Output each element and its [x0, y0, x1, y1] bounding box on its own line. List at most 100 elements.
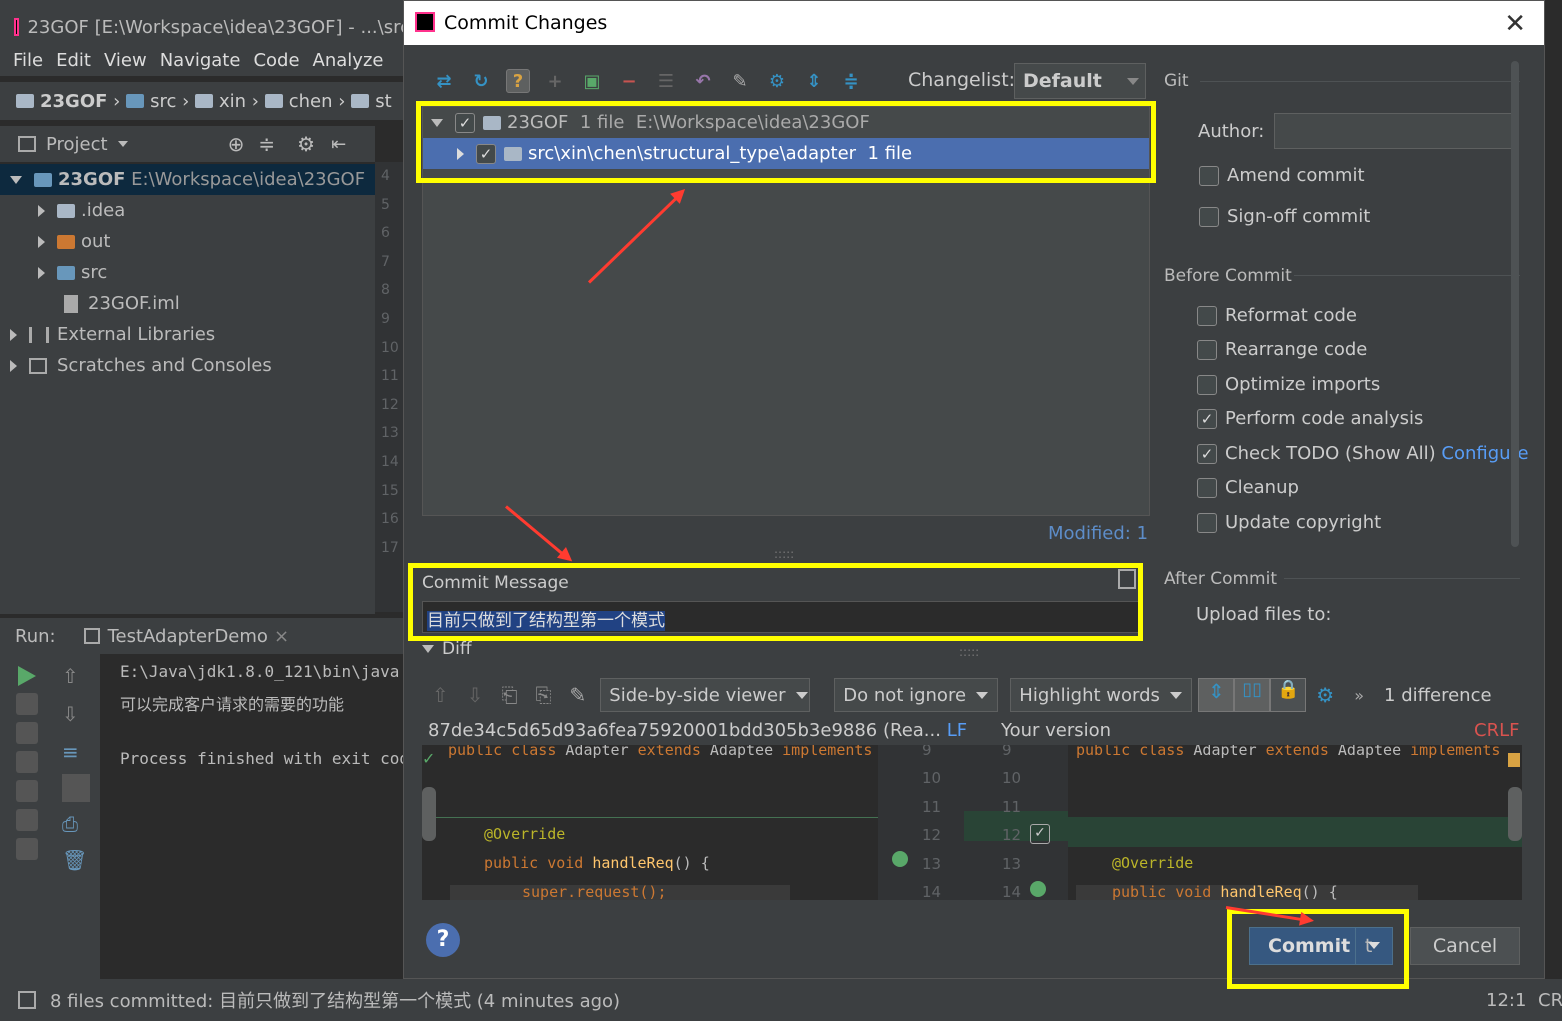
tree-root[interactable]: 23GOF E:\Workspace\idea\23GOF — [0, 164, 375, 195]
unversioned-files-icon[interactable]: ? — [506, 69, 530, 93]
option-checkbox[interactable] — [1197, 339, 1217, 360]
run-tab[interactable]: TestAdapterDemo — [108, 626, 268, 647]
reformat-code-option[interactable]: Reformat code — [1197, 305, 1357, 326]
diff-section-header[interactable]: Diff — [422, 639, 472, 659]
overrides-icon[interactable] — [1030, 881, 1046, 897]
tree-item-out[interactable]: out — [0, 226, 375, 257]
up-arrow-icon[interactable]: ⇧ — [62, 664, 88, 688]
breadcrumb-item[interactable]: st — [375, 91, 391, 112]
refresh-icon[interactable]: ↻ — [469, 69, 493, 93]
rearrange-code-option[interactable]: Rearrange code — [1197, 339, 1367, 360]
author-input[interactable] — [1274, 113, 1518, 149]
diff-right-pane[interactable]: public class Adapter extends Adaptee imp… — [1068, 745, 1522, 900]
stop-icon[interactable] — [16, 693, 38, 715]
gear-icon[interactable]: ⚙ — [297, 132, 315, 156]
tree-item-external-libraries[interactable]: External Libraries — [0, 319, 375, 350]
amend-checkbox[interactable] — [1199, 165, 1219, 186]
menu-edit[interactable]: Edit — [56, 50, 91, 71]
expand-icon[interactable] — [38, 235, 45, 248]
left-line-separator[interactable]: LF — [947, 720, 967, 741]
chevron-down-icon[interactable] — [117, 141, 128, 147]
options-scrollbar[interactable] — [1511, 61, 1519, 547]
add-icon[interactable]: + — [543, 69, 567, 93]
previous-difference-icon[interactable]: ⇧ — [432, 683, 449, 707]
down-arrow-icon[interactable]: ⇩ — [62, 702, 88, 726]
collapse-unchanged-icon[interactable]: ⇕ — [1198, 678, 1235, 712]
option-checkbox[interactable] — [1197, 305, 1217, 326]
sync-scroll-icon[interactable]: ▯▯ — [1234, 678, 1271, 712]
trash-icon[interactable]: 🗑 — [62, 848, 88, 872]
layout-icon[interactable] — [16, 809, 38, 831]
project-view-selector[interactable]: Project — [46, 134, 108, 155]
run-icon[interactable] — [18, 666, 36, 686]
expand-icon[interactable] — [38, 204, 45, 217]
tree-item-iml[interactable]: 23GOF.iml — [0, 288, 375, 319]
option-checkbox[interactable]: ✓ — [1197, 408, 1217, 429]
print-icon[interactable]: ⎙ — [62, 812, 88, 836]
collapse-all-icon[interactable]: ≑ — [839, 69, 863, 93]
changelist-select[interactable]: Default — [1014, 63, 1146, 99]
next-file-icon[interactable]: ⎘ — [536, 683, 552, 707]
tree-item-src[interactable]: src — [0, 257, 375, 288]
diff-left-pane[interactable]: ✓ public class Adapter extends Adaptee i… — [422, 745, 878, 900]
breadcrumb-item[interactable]: 23GOF — [40, 91, 107, 112]
edit-source-icon[interactable]: ✎ — [728, 69, 752, 93]
menu-analyze[interactable]: Analyze — [313, 50, 384, 71]
signoff-checkbox[interactable] — [1199, 206, 1219, 227]
caret-position[interactable]: 12:1 — [1486, 990, 1526, 1011]
option-checkbox[interactable] — [1197, 477, 1217, 498]
gear-icon[interactable]: ⚙ — [1316, 683, 1334, 707]
edit-source-icon[interactable]: ✎ — [570, 683, 587, 707]
pin-icon[interactable] — [16, 838, 38, 860]
close-icon[interactable]: ✕ — [1504, 9, 1526, 39]
expand-icon[interactable] — [10, 175, 22, 184]
expand-icon[interactable] — [10, 328, 17, 341]
expand-icon[interactable] — [38, 266, 45, 279]
exit-icon[interactable] — [16, 780, 38, 802]
expand-icon[interactable] — [10, 359, 17, 372]
more-icon[interactable]: » — [1354, 686, 1364, 705]
splitter-handle[interactable]: ::::: — [774, 547, 794, 561]
highlight-select[interactable]: Highlight words — [1010, 678, 1193, 712]
tree-item-scratches[interactable]: Scratches and Consoles — [0, 350, 375, 381]
breadcrumb-item[interactable]: src — [150, 91, 176, 112]
overrides-icon[interactable] — [892, 851, 908, 867]
viewer-select[interactable]: Side-by-side viewer — [600, 678, 811, 712]
cleanup-option[interactable]: Cleanup — [1197, 477, 1299, 498]
right-line-separator[interactable]: CRLF — [1474, 720, 1519, 741]
collapse-icon[interactable] — [422, 645, 434, 653]
lock-icon[interactable]: 🔒 — [1270, 678, 1307, 712]
locate-icon[interactable]: ⊕ — [228, 132, 245, 156]
rollback-icon[interactable]: ↶ — [691, 69, 715, 93]
expand-all-icon[interactable]: ⇕ — [802, 69, 826, 93]
dump-threads-icon[interactable] — [16, 751, 38, 773]
scroll-to-end-icon[interactable] — [62, 774, 90, 802]
include-change-checkbox[interactable]: ✓ — [1030, 824, 1050, 844]
option-checkbox[interactable]: ✓ — [1197, 443, 1217, 464]
pause-icon[interactable] — [16, 722, 38, 744]
menu-file[interactable]: File — [13, 50, 43, 71]
code-analysis-option[interactable]: ✓ Perform code analysis — [1197, 408, 1423, 429]
signoff-commit-option[interactable]: Sign-off commit — [1199, 206, 1370, 227]
optimize-imports-option[interactable]: Optimize imports — [1197, 374, 1380, 395]
option-checkbox[interactable] — [1197, 512, 1217, 533]
breadcrumb-item[interactable]: xin — [219, 91, 246, 112]
option-checkbox[interactable] — [1197, 374, 1217, 395]
collapse-all-icon[interactable]: ≑ — [258, 132, 275, 156]
help-button[interactable]: ? — [426, 923, 460, 957]
line-separator[interactable]: CR — [1538, 990, 1562, 1011]
amend-commit-option[interactable]: Amend commit — [1199, 165, 1365, 186]
status-message[interactable]: 8 files committed: 目前只做到了结构型第一个模式 (4 min… — [50, 987, 620, 1013]
close-icon[interactable]: × — [274, 626, 289, 647]
splitter-handle[interactable]: ::::: — [959, 645, 979, 659]
tool-windows-icon[interactable] — [18, 991, 36, 1009]
tree-item-idea[interactable]: .idea — [0, 195, 375, 226]
right-scrollbar[interactable] — [1508, 787, 1522, 841]
hide-panel-icon[interactable]: ⇤ — [331, 134, 346, 155]
group-by-icon[interactable]: ☰ — [654, 69, 678, 93]
soft-wrap-icon[interactable]: ≡ — [62, 740, 88, 764]
update-copyright-option[interactable]: Update copyright — [1197, 512, 1381, 533]
check-todo-option[interactable]: ✓ Check TODO (Show All) Configure — [1197, 443, 1529, 464]
show-diff-icon[interactable]: ⇄ — [432, 69, 456, 93]
gear-icon[interactable]: ⚙ — [765, 69, 789, 93]
